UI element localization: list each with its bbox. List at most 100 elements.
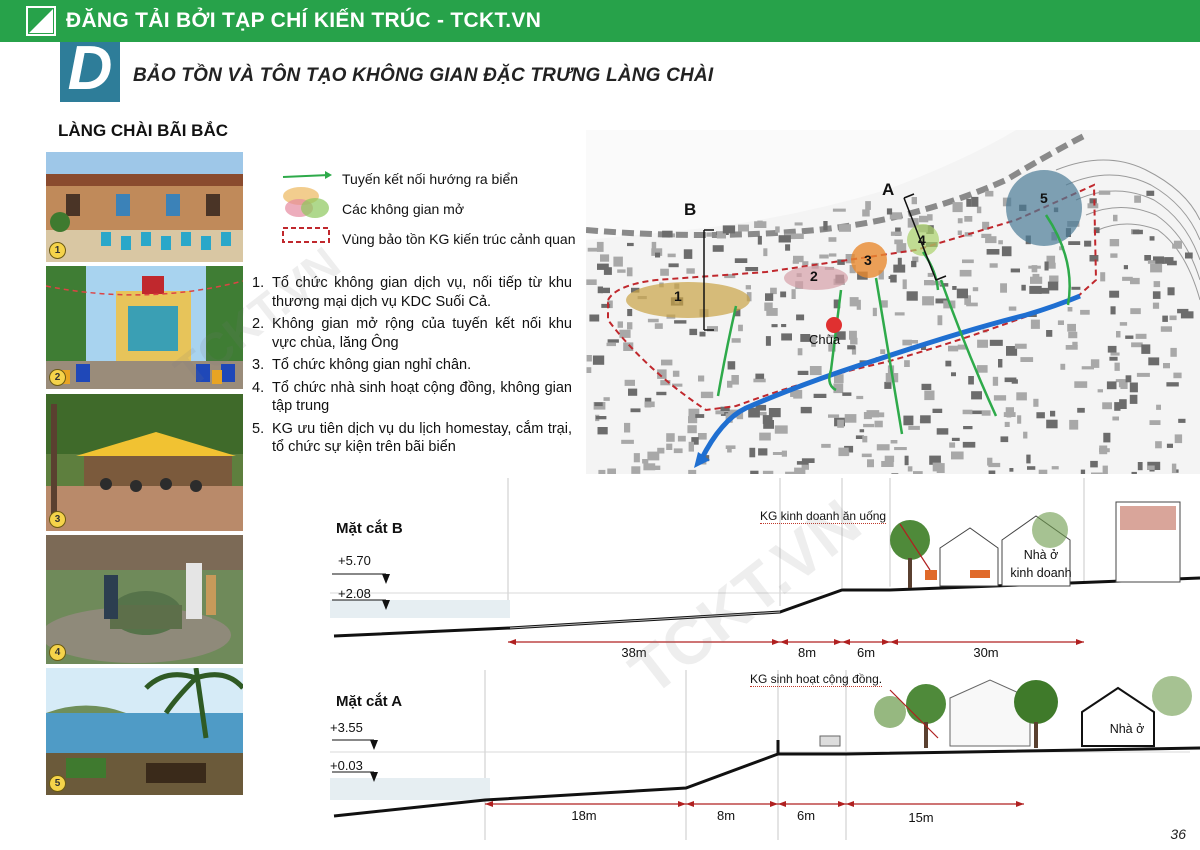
map-block (1097, 389, 1103, 393)
map-block (959, 269, 972, 277)
map-block (981, 410, 991, 416)
map-block (683, 249, 693, 259)
map-block (1050, 410, 1056, 417)
page-title: BẢO TỒN VÀ TÔN TẠO KHÔNG GIAN ĐẶC TRƯNG … (133, 65, 714, 86)
map-block (598, 469, 606, 474)
map-block (666, 433, 675, 442)
section-a-title: Mặt cắt A (336, 693, 403, 710)
map-block (972, 287, 979, 292)
map-block (963, 426, 973, 430)
map-block (1060, 363, 1066, 370)
map-block (1122, 276, 1133, 281)
map-block (1178, 418, 1186, 423)
map-section-label-a: A (882, 180, 895, 199)
photo-number-badge: 3 (49, 511, 66, 528)
map-block (668, 263, 679, 268)
map-block (828, 414, 840, 418)
map-block (757, 235, 762, 245)
map-block (1131, 471, 1137, 474)
map-block (1152, 302, 1160, 309)
map-block (627, 322, 633, 330)
section-b-dim-4: 30m (973, 645, 999, 660)
map-block (880, 349, 886, 354)
map-block (695, 414, 705, 418)
map-block (894, 239, 903, 245)
map-block (738, 324, 743, 332)
map-block (957, 218, 963, 224)
map-block (964, 216, 973, 222)
map-block (1080, 469, 1086, 474)
map-block (867, 459, 874, 468)
map-block (1130, 308, 1141, 315)
map-block (647, 318, 659, 323)
map-block (1000, 283, 1007, 293)
section-a-dim-4: 15m (908, 810, 934, 825)
map-block (1067, 323, 1076, 332)
map-block (1131, 342, 1143, 348)
map-block (586, 367, 592, 373)
map-block (774, 425, 788, 434)
map-block (1084, 240, 1092, 247)
map-block (890, 274, 897, 283)
map-block (1137, 462, 1143, 471)
map-block (712, 245, 724, 252)
map-block (1071, 286, 1081, 290)
map-block (1033, 398, 1039, 407)
map-block (1000, 436, 1009, 443)
map-block (753, 378, 766, 383)
map-block (962, 409, 973, 415)
map-block (1017, 415, 1022, 424)
map-block (859, 429, 865, 433)
map-block (1038, 469, 1048, 474)
map-block (1119, 322, 1128, 326)
map-block (617, 321, 623, 328)
map-block (792, 260, 799, 264)
map-block (1109, 290, 1120, 298)
photo-village-well: 4 (46, 535, 243, 664)
map-block (932, 462, 942, 472)
map-block (850, 337, 858, 345)
map-block (661, 359, 673, 366)
map-block (745, 285, 751, 290)
map-block (861, 453, 872, 458)
map-block (688, 441, 694, 452)
map-block (948, 345, 959, 352)
map-block (1113, 214, 1118, 222)
map-block (765, 293, 774, 301)
map-block (894, 447, 907, 451)
map-block (1109, 239, 1120, 247)
map-block (886, 208, 893, 215)
map-block (1069, 419, 1079, 430)
map-block (971, 391, 982, 400)
map-block (966, 198, 972, 207)
tckt-logo-icon (26, 6, 56, 36)
section-a-level-high: +3.55 (330, 720, 363, 735)
map-block (672, 370, 680, 377)
map-block (764, 302, 773, 311)
map-block (796, 314, 805, 321)
section-a-building-label: Nhà ở (1109, 722, 1145, 736)
map-block (865, 201, 871, 210)
map-block (993, 395, 1007, 401)
section-a-dim-1: 18m (571, 808, 597, 823)
map-block (644, 401, 655, 408)
map-block (1155, 257, 1165, 264)
map-block (597, 427, 608, 435)
map-block (749, 447, 756, 458)
map-block (876, 444, 890, 451)
map-block (832, 208, 846, 212)
map-block (1146, 190, 1155, 196)
map-block (1125, 375, 1132, 383)
map-block (905, 340, 918, 344)
map-block (927, 272, 934, 277)
map-block (597, 286, 603, 294)
map-block (606, 342, 616, 347)
map-block (966, 302, 978, 307)
map-block (985, 236, 997, 244)
map-block (1068, 241, 1081, 245)
map-block (847, 345, 856, 350)
map-block (607, 339, 619, 343)
map-block (1103, 432, 1111, 443)
map-block (1148, 357, 1160, 366)
map-block (838, 224, 851, 232)
